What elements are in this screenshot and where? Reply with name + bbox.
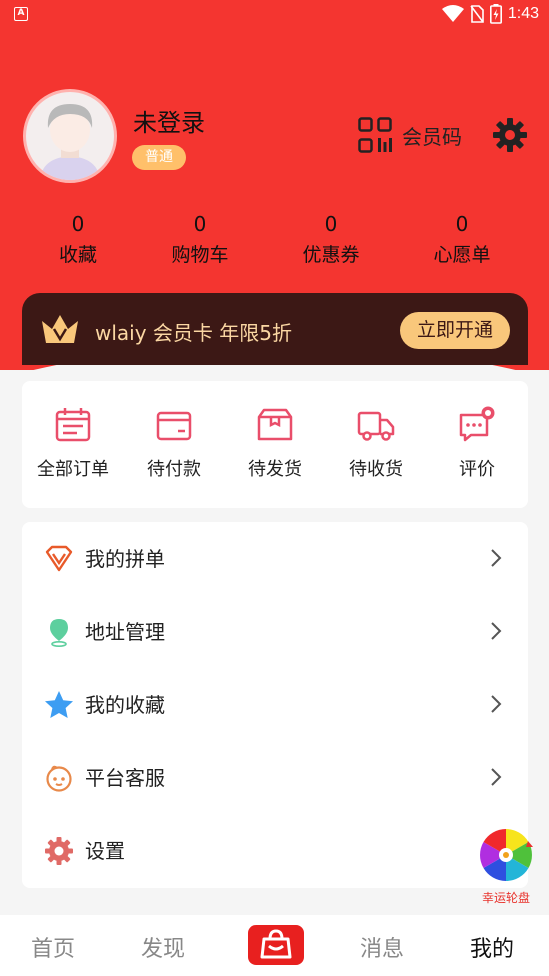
chevron-right-icon <box>491 768 502 786</box>
order-label: 评价 <box>459 459 495 480</box>
tab-discover[interactable]: 发现 <box>141 931 185 963</box>
chevron-right-icon <box>491 622 502 640</box>
bottom-tab-bar: 首页 发现 消息 我的 <box>0 915 549 976</box>
stat-favorites[interactable]: 0 收藏 <box>28 212 128 267</box>
battery-icon <box>489 4 502 24</box>
order-label: 待付款 <box>147 459 201 480</box>
order-label: 全部订单 <box>37 459 109 480</box>
avatar[interactable] <box>23 89 117 183</box>
shopping-bag-icon <box>260 929 292 959</box>
menu-label: 我的收藏 <box>85 693 165 717</box>
tab-mine[interactable]: 我的 <box>470 931 514 963</box>
stat-cart[interactable]: 0 购物车 <box>150 212 250 267</box>
stat-value: 0 <box>324 212 338 236</box>
menu-item-settings[interactable]: 设置 <box>22 814 528 887</box>
order-pending-receipt[interactable]: 待收货 <box>326 405 426 481</box>
truck-icon <box>357 411 395 441</box>
menu-label: 设置 <box>85 839 125 863</box>
no-sim-icon <box>470 5 484 23</box>
menu-item-group-buy[interactable]: 我的拼单 <box>22 522 528 595</box>
tab-shop-button[interactable] <box>248 925 304 965</box>
crown-icon <box>42 315 78 343</box>
stat-label: 心愿单 <box>433 244 491 266</box>
tab-home[interactable]: 首页 <box>31 931 75 963</box>
location-pin-icon <box>50 619 68 647</box>
lucky-wheel-button[interactable]: 幸运轮盘 <box>478 827 534 907</box>
stat-wishlist[interactable]: 0 心愿单 <box>412 212 512 267</box>
header-settings-button[interactable] <box>493 118 527 156</box>
vip-activate-button[interactable]: 立即开通 <box>400 312 510 349</box>
star-icon <box>45 691 73 718</box>
app-notification-icon: A <box>14 7 28 21</box>
order-label: 待发货 <box>248 459 302 480</box>
orders-card: 全部订单 待付款 待发货 待收货 评价 <box>22 381 528 508</box>
stat-label: 优惠券 <box>302 244 360 266</box>
gear-icon <box>45 837 73 865</box>
order-pending-shipment[interactable]: 待发货 <box>225 405 325 481</box>
stat-value: 0 <box>71 212 85 236</box>
menu-item-address[interactable]: 地址管理 <box>22 595 528 668</box>
stat-label: 收藏 <box>58 244 97 266</box>
chevron-right-icon <box>491 549 502 567</box>
status-bar: A 1:43 <box>0 0 549 30</box>
menu-item-customer-service[interactable]: 平台客服 <box>22 741 528 814</box>
member-code-button[interactable]: 会员码 <box>358 117 462 153</box>
color-wheel-icon <box>480 829 533 881</box>
member-level-badge: 普通 <box>132 145 186 170</box>
order-review[interactable]: 评价 <box>427 405 527 481</box>
stat-coupons[interactable]: 0 优惠券 <box>281 212 381 267</box>
vip-card[interactable]: wlaiy 会员卡 年限5折 立即开通 <box>22 293 528 365</box>
menu-label: 我的拼单 <box>85 547 165 571</box>
vip-card-text: wlaiy 会员卡 年限5折 <box>95 321 293 345</box>
qr-code-icon <box>358 117 392 153</box>
chevron-right-icon <box>491 695 502 713</box>
menu-card: 我的拼单 地址管理 我的收藏 平台客服 设置 <box>22 522 528 888</box>
menu-label: 平台客服 <box>85 766 165 790</box>
menu-label: 地址管理 <box>85 620 165 644</box>
service-face-icon <box>46 765 72 792</box>
tab-messages[interactable]: 消息 <box>360 931 404 963</box>
order-label: 待收货 <box>349 459 403 480</box>
chat-bubble-icon <box>459 406 495 442</box>
menu-item-favorites[interactable]: 我的收藏 <box>22 668 528 741</box>
calendar-list-icon <box>55 408 91 442</box>
gear-icon <box>493 118 527 152</box>
order-all[interactable]: 全部订单 <box>23 405 123 481</box>
order-pending-payment[interactable]: 待付款 <box>124 405 224 481</box>
stat-value: 0 <box>193 212 207 236</box>
lucky-wheel-label: 幸运轮盘 <box>481 891 530 905</box>
box-icon <box>257 408 293 441</box>
default-avatar-icon <box>40 104 100 180</box>
stat-label: 购物车 <box>171 244 229 266</box>
stat-value: 0 <box>455 212 469 236</box>
username[interactable]: 未登录 <box>133 103 205 138</box>
status-time: 1:43 <box>507 5 539 22</box>
wifi-icon <box>441 5 464 22</box>
member-code-label: 会员码 <box>402 124 462 149</box>
diamond-v-icon <box>45 545 73 572</box>
wallet-icon <box>156 411 192 441</box>
